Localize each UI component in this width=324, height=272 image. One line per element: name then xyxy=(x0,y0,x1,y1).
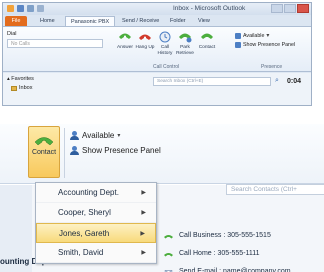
window-title: Inbox - Microsoft Outlook xyxy=(173,5,246,12)
call-control-group-label: Call Control xyxy=(153,64,180,70)
phone-icon xyxy=(164,234,173,238)
divider xyxy=(64,128,65,178)
maximize-button[interactable] xyxy=(284,4,296,13)
ribbon-tabs: File Home Panasonic PBX Send / Receive F… xyxy=(3,15,311,26)
menu-item-accounting-dept[interactable]: Accounting Dept. ▶ xyxy=(36,183,156,203)
search-icon[interactable]: ⌕ xyxy=(275,77,279,85)
contact-dropdown-menu: Accounting Dept. ▶ Cooper, Sheryl ▶ Jone… xyxy=(35,182,157,264)
contact-button-small[interactable]: Contact xyxy=(197,31,217,51)
park-retrieve-button[interactable]: Park Retrieve xyxy=(175,31,195,56)
contact-phone-icon xyxy=(201,33,213,39)
send-email-item[interactable]: Send E-mail : name@company.com xyxy=(154,263,322,272)
park-retrieve-icon xyxy=(179,33,192,43)
menu-item-smith-david[interactable]: Smith, David ▶ xyxy=(36,243,156,263)
call-history-button[interactable]: Call History xyxy=(155,31,175,56)
person-icon xyxy=(70,131,79,140)
contact-submenu: Call Business : 305-555-1515 Call Home :… xyxy=(154,227,322,272)
menu-item-jones-gareth[interactable]: Jones, Gareth ▶ xyxy=(36,223,156,243)
search-contacts-input[interactable]: Search Contacts (Ctrl+ xyxy=(226,184,324,195)
quick-access-toolbar xyxy=(7,5,44,12)
outlook-logo-icon xyxy=(7,5,14,12)
phone-icon xyxy=(164,252,173,256)
zoomed-ribbon: Contact Available ▾ Show Presence Panel xyxy=(0,124,324,184)
presence-panel-icon xyxy=(70,146,79,155)
tab-file[interactable]: File xyxy=(5,16,27,26)
chevron-right-icon: ▶ xyxy=(141,190,146,196)
chevron-right-icon: ▶ xyxy=(140,231,145,237)
dial-label: Dial xyxy=(7,31,17,37)
search-inbox-input[interactable]: Search Inbox (Ctrl+E) xyxy=(153,77,271,86)
zoomed-view: Contact Available ▾ Show Presence Panel … xyxy=(0,124,324,272)
presence-group-label: Presence xyxy=(261,64,283,70)
customize-qat-icon[interactable] xyxy=(37,5,44,12)
navigation-area: ▴ Favorites Inbox Search Inbox (Ctrl+E) … xyxy=(3,73,311,105)
phone-handset-icon xyxy=(34,137,54,146)
close-button[interactable] xyxy=(297,4,309,13)
hang-up-button[interactable]: Hang Up xyxy=(135,31,155,51)
menu-item-cooper-sheryl[interactable]: Cooper, Sheryl ▶ xyxy=(36,203,156,223)
show-presence-panel[interactable]: Show Presence Panel xyxy=(70,146,161,155)
tab-panasonic-pbx[interactable]: Panasonic PBX xyxy=(65,16,116,26)
contact-button[interactable]: Contact xyxy=(28,126,60,178)
call-history-icon xyxy=(159,31,171,43)
call-timer: 0:04 xyxy=(287,78,302,85)
chevron-down-icon: ▾ xyxy=(266,33,270,39)
minimize-button[interactable] xyxy=(271,4,283,13)
call-home-item[interactable]: Call Home : 305-555-1111 xyxy=(154,245,322,263)
answer-phone-icon xyxy=(119,33,131,39)
chevron-right-icon: ▶ xyxy=(141,250,146,256)
hang-up-icon xyxy=(139,34,151,40)
dial-input[interactable]: No Calls xyxy=(7,39,103,48)
availability-dropdown[interactable]: Available ▾ xyxy=(70,131,120,140)
ribbon: Dial No Calls Answer Hang Up Call Histor… xyxy=(3,26,311,72)
chevron-down-icon: ▾ xyxy=(117,133,121,139)
tab-folder[interactable]: Folder xyxy=(165,16,191,26)
undo-icon[interactable] xyxy=(27,5,34,12)
outlook-window: Inbox - Microsoft Outlook File Home Pana… xyxy=(2,2,312,106)
call-business-item[interactable]: Call Business : 305-555-1515 xyxy=(154,227,322,245)
window-controls xyxy=(271,4,309,13)
title-bar: Inbox - Microsoft Outlook xyxy=(3,3,311,15)
inbox-folder[interactable]: Inbox xyxy=(11,85,32,91)
show-presence-panel-small[interactable]: Show Presence Panel xyxy=(235,42,295,48)
availability-dropdown-small[interactable]: Available ▾ xyxy=(235,32,269,39)
person-icon xyxy=(235,32,241,39)
favorites-header[interactable]: ▴ Favorites xyxy=(7,76,34,82)
send-receive-icon[interactable] xyxy=(17,5,24,12)
answer-button[interactable]: Answer xyxy=(115,31,135,51)
tab-send-receive[interactable]: Send / Receive xyxy=(117,16,164,26)
tab-home[interactable]: Home xyxy=(35,16,60,26)
tab-view[interactable]: View xyxy=(193,16,215,26)
presence-panel-icon xyxy=(235,42,241,48)
chevron-right-icon: ▶ xyxy=(141,210,146,216)
folder-icon xyxy=(11,85,17,91)
